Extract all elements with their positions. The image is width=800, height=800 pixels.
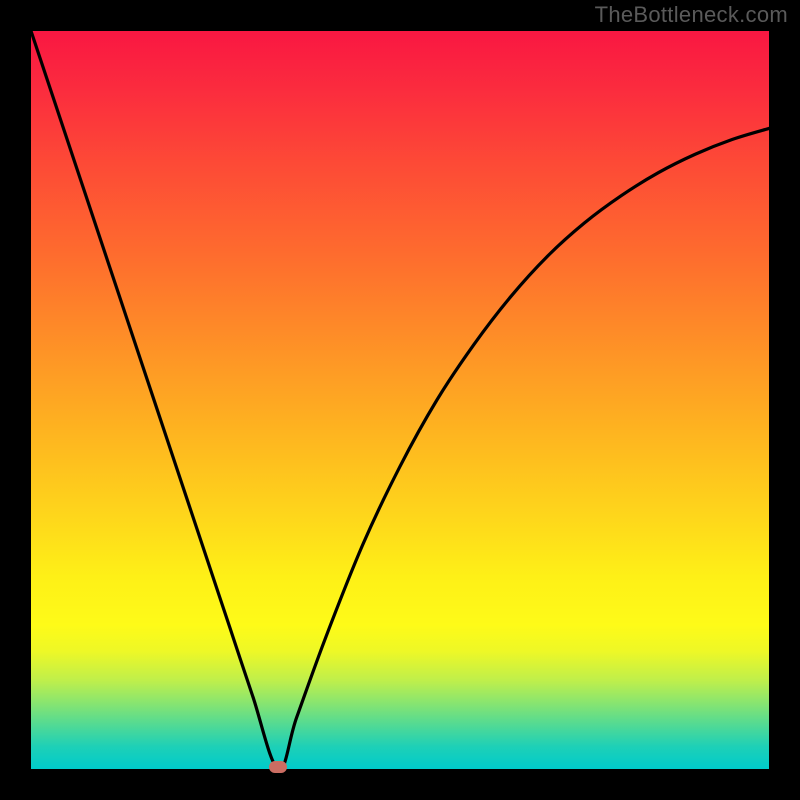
bottleneck-curve-svg bbox=[31, 31, 769, 769]
bottleneck-curve-path bbox=[31, 31, 769, 769]
chart-plot-area bbox=[31, 31, 769, 769]
watermark-text: TheBottleneck.com bbox=[595, 2, 788, 28]
minimum-marker bbox=[269, 761, 287, 773]
